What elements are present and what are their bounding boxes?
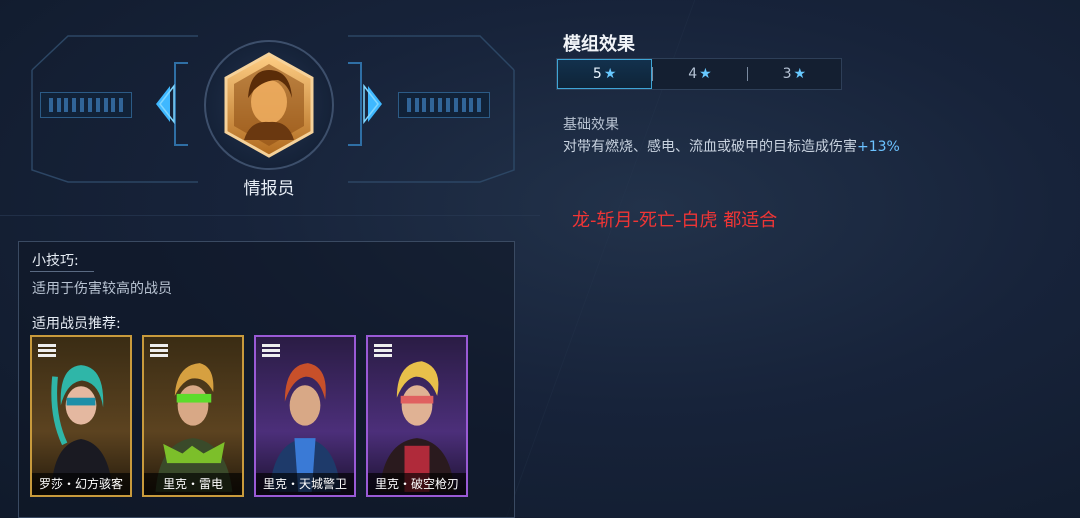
tips-underline bbox=[30, 271, 94, 272]
tab-label: 5 bbox=[592, 66, 602, 82]
ammo-icon bbox=[374, 344, 392, 357]
star-icon: ★ bbox=[603, 66, 617, 82]
star-icon: ★ bbox=[793, 66, 807, 82]
tips-title: 小技巧: bbox=[32, 253, 79, 269]
basic-effect-title: 基础效果 bbox=[563, 117, 619, 133]
character-portrait-icon bbox=[155, 363, 233, 492]
character-card[interactable]: 罗莎・幻方骇客 bbox=[30, 335, 132, 497]
character-name: 里克・破空枪刃 bbox=[368, 473, 466, 495]
character-portrait-icon bbox=[269, 363, 341, 492]
recommend-title: 适用战员推荐: bbox=[32, 316, 121, 332]
tab-4-star[interactable]: 4 ★ bbox=[653, 59, 746, 89]
star-icon: ★ bbox=[699, 66, 712, 82]
prev-arrow-icon[interactable] bbox=[152, 82, 176, 126]
basic-effect-bonus: +13% bbox=[857, 139, 900, 155]
character-card[interactable]: 里克・天城警卫 bbox=[254, 335, 356, 497]
spy-portrait-icon bbox=[224, 52, 314, 158]
tab-5-star[interactable]: 5 ★ bbox=[557, 59, 653, 89]
ammo-icon bbox=[262, 344, 280, 357]
role-medal[interactable] bbox=[204, 40, 334, 170]
character-card[interactable]: 里克・雷电 bbox=[142, 335, 244, 497]
bg-line bbox=[0, 215, 540, 216]
character-card[interactable]: 里克・破空枪刃 bbox=[366, 335, 468, 497]
right-bracket bbox=[348, 62, 362, 146]
tab-label: 3 bbox=[782, 66, 792, 82]
character-name: 里克・天城警卫 bbox=[256, 473, 354, 495]
module-title: 模组效果 bbox=[563, 34, 635, 55]
character-name: 罗莎・幻方骇客 bbox=[32, 473, 130, 495]
next-arrow-icon[interactable] bbox=[362, 82, 386, 126]
basic-effect-text: 对带有燃烧、感电、流血或破甲的目标造成伤害+13% bbox=[563, 136, 900, 156]
tab-label: 4 bbox=[688, 66, 698, 82]
left-bracket bbox=[174, 62, 188, 146]
ammo-icon bbox=[38, 344, 56, 357]
character-portrait-icon bbox=[51, 365, 113, 492]
ammo-icon bbox=[150, 344, 168, 357]
annotation-note: 龙-斩月-死亡-白虎 都适合 bbox=[572, 210, 778, 231]
role-name: 情报员 bbox=[243, 179, 295, 199]
character-portrait-icon bbox=[379, 361, 455, 492]
character-name: 里克・雷电 bbox=[144, 473, 242, 495]
basic-effect-desc: 对带有燃烧、感电、流血或破甲的目标造成伤害 bbox=[563, 139, 857, 155]
tips-text: 适用于伤害较高的战员 bbox=[32, 281, 172, 297]
star-tabs: 5 ★ 4 ★ 3 ★ bbox=[556, 58, 842, 90]
tab-3-star[interactable]: 3 ★ bbox=[748, 59, 841, 89]
